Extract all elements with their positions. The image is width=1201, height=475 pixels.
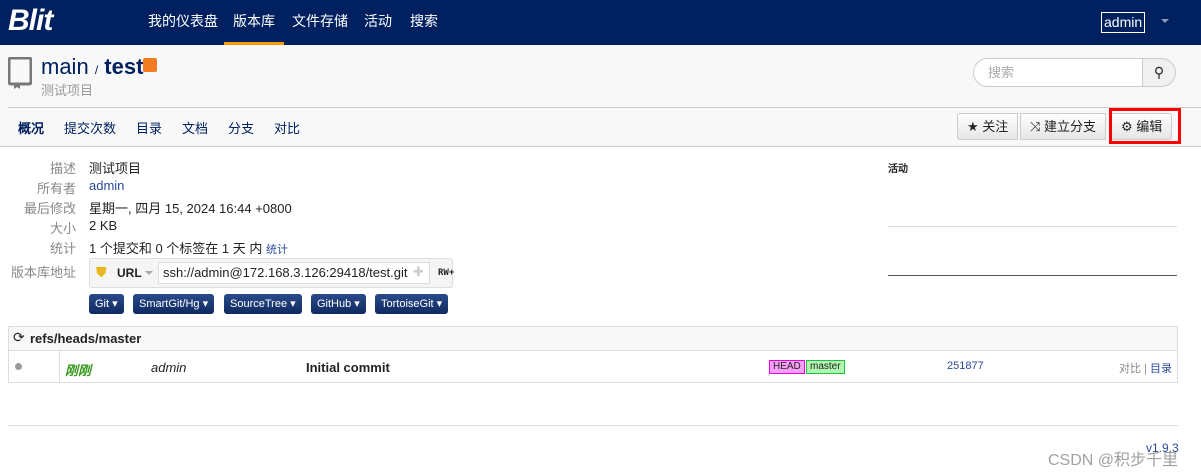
modified-value: 星期一, 四月 15, 2024 16:44 +0800 — [89, 201, 292, 216]
watch-label: 关注 — [982, 119, 1009, 134]
size-value: 2 KB — [89, 218, 118, 233]
stats-label: 统计 — [49, 241, 76, 256]
commit-dot-icon — [15, 363, 22, 370]
tab-docs[interactable]: 文档 — [182, 118, 208, 137]
client-label: SourceTree — [230, 298, 288, 310]
fork-label: 建立分支 — [1044, 119, 1097, 134]
tree-link[interactable]: 目录 — [1150, 363, 1172, 375]
activity-title: 活动 — [888, 164, 908, 175]
client-smartgit-button[interactable]: SmartGit/Hg ▾ — [133, 294, 215, 314]
commit-links: 对比 | 目录 — [1119, 360, 1172, 376]
watch-button[interactable]: ★ 关注 — [957, 113, 1019, 140]
search-button[interactable]: ⚲ — [1142, 58, 1176, 87]
branch-ref[interactable]: refs/heads/master — [30, 331, 141, 346]
nav-repositories[interactable]: 版本库 — [224, 0, 284, 45]
separator: / — [94, 63, 99, 77]
tab-compare[interactable]: 对比 — [274, 118, 300, 137]
url-field[interactable]: ssh://admin@172.168.3.126:29418/test.git — [158, 262, 430, 284]
page-title: main / test — [41, 54, 143, 80]
commit-id-link[interactable]: 251877 — [947, 360, 984, 372]
tab-commits[interactable]: 提交次数 — [64, 118, 116, 137]
divider — [888, 226, 1177, 227]
tab-branches[interactable]: 分支 — [228, 118, 254, 137]
divider — [59, 351, 60, 383]
nav-search[interactable]: 搜索 — [401, 0, 447, 45]
branch-header — [8, 326, 1178, 351]
client-label: GitHub — [317, 298, 352, 310]
fork-button[interactable]: ⤨ 建立分支 — [1020, 113, 1107, 140]
compare-link[interactable]: 对比 — [1119, 363, 1141, 375]
highlight-box — [1109, 108, 1181, 144]
user-menu[interactable]: admin — [1101, 12, 1146, 33]
head-tag[interactable]: HEAD — [769, 360, 805, 374]
client-label: Git — [95, 298, 110, 310]
refresh-icon[interactable]: ⟳ — [13, 329, 25, 346]
permission-badge: RW+ — [438, 268, 455, 278]
nav-dashboard[interactable]: 我的仪表盘 — [139, 0, 227, 45]
divider — [8, 107, 1201, 108]
url-label: 版本库地址 — [10, 265, 76, 280]
stats-link[interactable]: 统计 — [266, 244, 288, 256]
owner-link[interactable]: admin — [89, 178, 124, 193]
modified-label: 最后修改 — [23, 201, 76, 216]
tab-summary[interactable]: 概况 — [18, 118, 44, 137]
client-tortoisegit-button[interactable]: TortoiseGit ▾ — [375, 294, 449, 314]
desc-value: 测试项目 — [89, 161, 142, 176]
client-github-button[interactable]: GitHub ▾ — [311, 294, 366, 314]
client-label: TortoiseGit — [381, 298, 434, 310]
search-icon: ⚲ — [1153, 64, 1165, 80]
repo-book-icon — [8, 57, 32, 89]
stats-value: 1 个提交和 0 个标签在 1 天 内 统计 — [89, 238, 288, 257]
nav-activity[interactable]: 活动 — [355, 0, 401, 45]
project-link[interactable]: main — [41, 54, 89, 79]
chevron-down-icon[interactable] — [145, 271, 153, 275]
gitblit-logo[interactable]: Blit — [8, 4, 53, 38]
desc-label: 描述 — [49, 161, 76, 176]
separator: | — [1144, 363, 1147, 375]
watermark: CSDN @积步千里 — [1048, 452, 1179, 469]
repo-description: 测试项目 — [41, 83, 94, 98]
master-tag[interactable]: master — [806, 360, 845, 374]
owner-label: 所有者 — [36, 181, 76, 196]
url-type-select[interactable]: URL — [117, 266, 142, 280]
commit-date: 刚刚 — [65, 363, 92, 378]
chevron-down-icon[interactable] — [1161, 19, 1169, 23]
client-label: SmartGit/Hg — [139, 298, 200, 310]
client-git-button[interactable]: Git ▾ — [89, 294, 124, 314]
activity-axis — [888, 275, 1177, 276]
star-icon: ★ — [967, 119, 979, 134]
fork-icon: ⤨ — [1030, 119, 1041, 134]
stats-text: 1 个提交和 0 个标签在 1 天 内 — [89, 241, 263, 256]
shield-icon: ⛊ — [96, 264, 107, 280]
copy-icon[interactable]: ✚ — [413, 264, 424, 280]
nav-filestore[interactable]: 文件存储 — [283, 0, 357, 45]
footer-divider — [8, 425, 1178, 426]
client-sourcetree-button[interactable]: SourceTree ▾ — [224, 294, 302, 314]
tab-tree[interactable]: 目录 — [136, 118, 162, 137]
search-input[interactable]: 搜索 — [973, 58, 1143, 87]
size-label: 大小 — [49, 221, 76, 236]
commit-message[interactable]: Initial commit — [306, 360, 390, 375]
rss-icon[interactable] — [143, 58, 157, 72]
commit-author[interactable]: admin — [151, 360, 186, 375]
repo-name[interactable]: test — [104, 54, 143, 79]
